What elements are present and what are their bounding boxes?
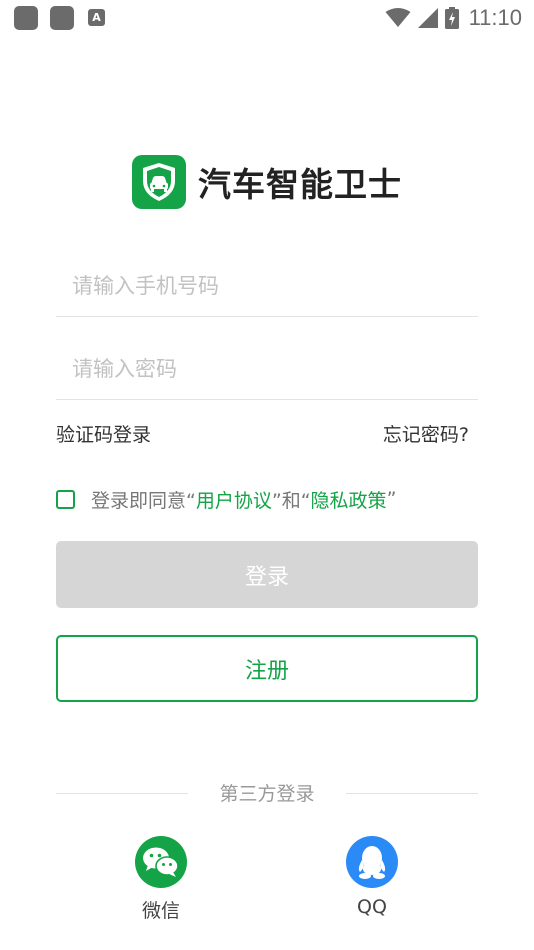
wechat-label: 微信	[141, 900, 180, 922]
notification-a-icon: A	[88, 9, 105, 26]
password-input[interactable]	[56, 339, 478, 399]
password-field-container	[56, 339, 478, 400]
login-button[interactable]: 登录	[56, 541, 478, 608]
sms-login-link[interactable]: 验证码登录	[56, 420, 151, 447]
notification-app-icon	[14, 6, 38, 30]
status-time: 11:10	[468, 5, 522, 30]
agreement-suffix: ”	[386, 488, 397, 510]
wechat-login-button[interactable]: 微信	[121, 836, 201, 926]
phone-input[interactable]	[56, 256, 478, 316]
status-bar: A 11:10	[0, 0, 534, 36]
phone-field-container	[56, 256, 478, 317]
shield-car-icon	[132, 155, 186, 209]
signal-icon	[417, 8, 438, 28]
user-agreement-link[interactable]: 用户协议	[196, 486, 272, 513]
battery-icon	[444, 7, 459, 29]
qq-icon	[346, 836, 398, 888]
agreement-row: 登录即同意“ 用户协议 ”和“ 隐私政策”	[56, 484, 396, 514]
notification-app-icon	[50, 6, 74, 30]
qq-label: QQ	[357, 896, 387, 918]
forgot-password-link[interactable]: 忘记密码?	[383, 420, 469, 447]
third-party-label: 第三方登录	[219, 783, 315, 805]
third-party-divider: 第三方登录	[56, 776, 478, 810]
login-links: 验证码登录 忘记密码?	[56, 420, 469, 450]
qq-login-button[interactable]: QQ	[332, 836, 412, 926]
agreement-mid: ”和“	[271, 489, 311, 512]
register-button[interactable]: 注册	[56, 635, 478, 702]
wechat-icon	[135, 836, 187, 888]
agreement-prefix: 登录即同意“	[91, 489, 196, 512]
privacy-policy-link[interactable]: 隐私政策	[311, 486, 387, 513]
app-title: 汽车智能卫士	[198, 165, 402, 204]
status-indicators: 11:10	[385, 4, 522, 32]
wifi-icon	[385, 8, 411, 27]
app-header: 汽车智能卫士	[0, 154, 534, 210]
agreement-checkbox[interactable]	[56, 489, 75, 509]
